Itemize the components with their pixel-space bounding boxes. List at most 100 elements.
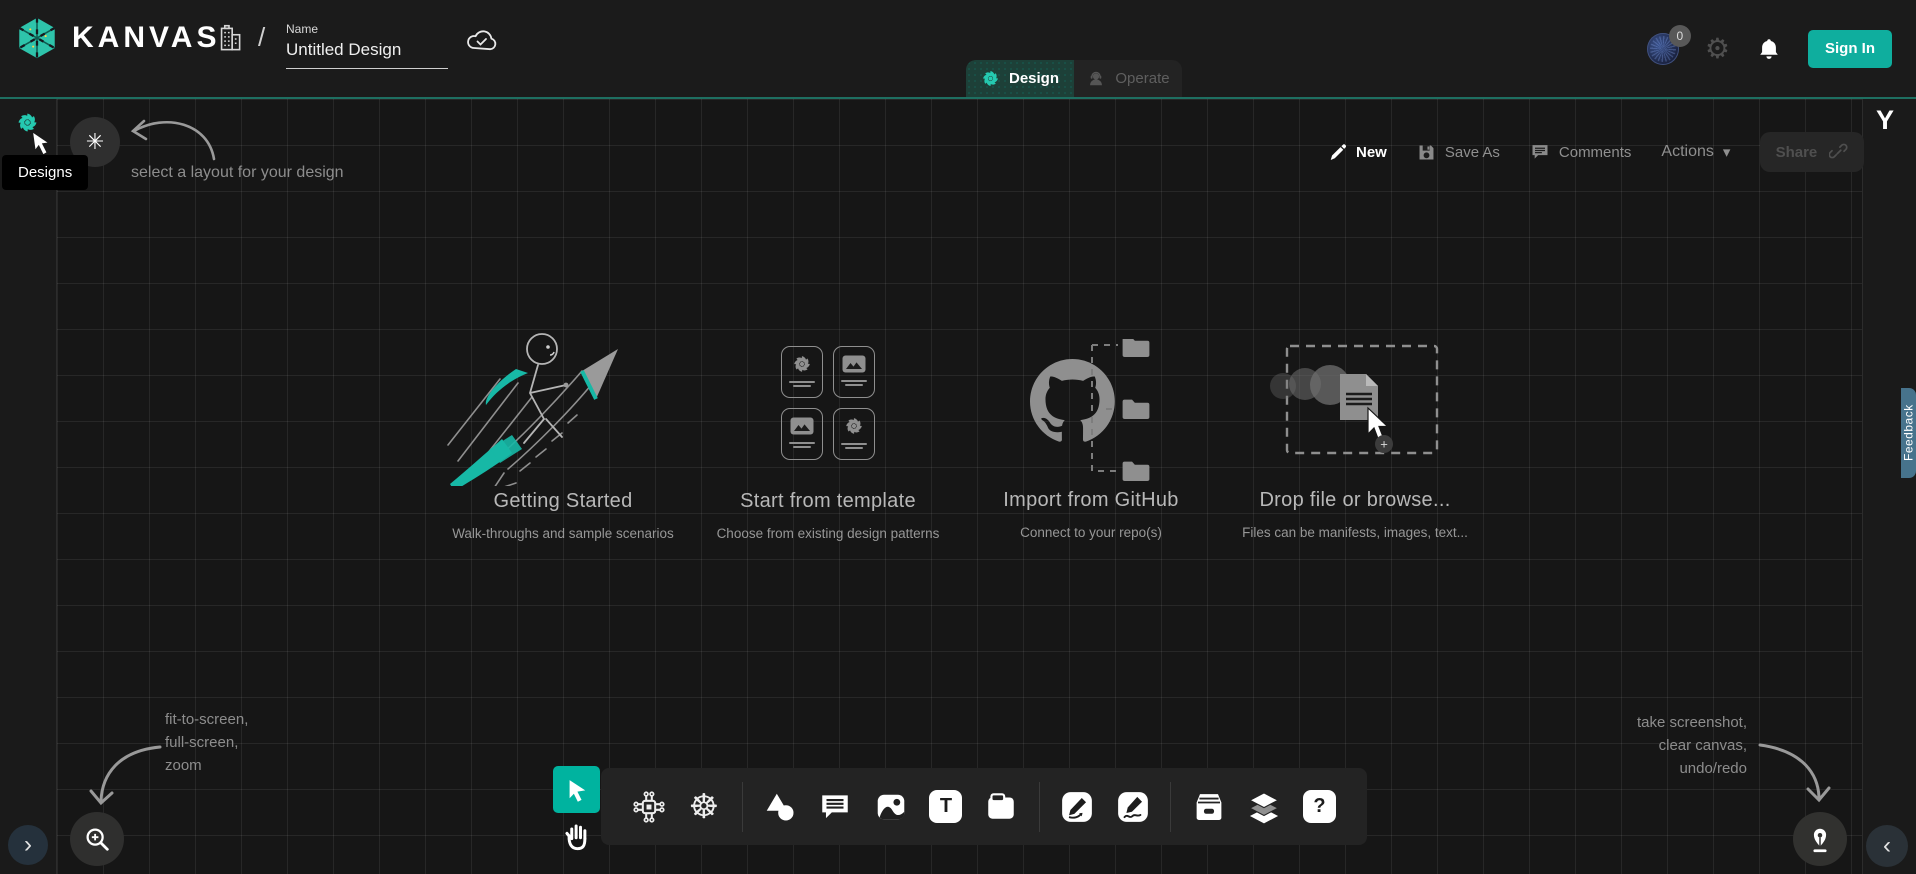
sketch-tool-button[interactable] bbox=[1110, 782, 1155, 832]
comment-tool-button[interactable] bbox=[813, 782, 858, 832]
select-cursor-icon bbox=[563, 776, 591, 804]
zoom-hints: fit-to-screen, full-screen, zoom bbox=[165, 708, 248, 777]
right-panel-strip bbox=[1862, 99, 1916, 874]
user-avatar[interactable]: 0 bbox=[1647, 33, 1679, 65]
template-title: Start from template bbox=[678, 490, 978, 513]
help-button[interactable]: ? bbox=[1297, 782, 1342, 832]
comments-label: Comments bbox=[1559, 144, 1632, 161]
pen-nib-icon bbox=[1805, 823, 1835, 855]
drawer-button[interactable] bbox=[1186, 782, 1231, 832]
designs-tooltip: Designs bbox=[2, 155, 88, 190]
image-icon bbox=[842, 355, 866, 373]
tab-design[interactable]: Design bbox=[966, 60, 1074, 97]
pen-actions-button[interactable] bbox=[1793, 812, 1847, 866]
left-panel-expand-button[interactable]: › bbox=[8, 825, 48, 865]
tab-operate[interactable]: Operate bbox=[1074, 60, 1182, 97]
layout-asterisk-icon: ✳ bbox=[86, 129, 104, 155]
brand-name: KANVAS bbox=[72, 21, 220, 55]
screenshot-hint-arrow bbox=[1752, 737, 1832, 809]
tab-operate-label: Operate bbox=[1115, 70, 1169, 87]
settings-gear-icon[interactable]: ⚙ bbox=[1705, 35, 1730, 63]
organization-icon[interactable] bbox=[212, 22, 246, 56]
save-as-button[interactable]: Save As bbox=[1417, 143, 1500, 162]
kubernetes-icon: ☸ bbox=[689, 790, 719, 824]
shapes-icon bbox=[763, 790, 797, 824]
template-thumb bbox=[781, 346, 823, 398]
notifications-bell-icon[interactable] bbox=[1756, 35, 1782, 63]
chevron-right-icon: › bbox=[24, 831, 32, 859]
design-tab-icon bbox=[981, 69, 1000, 88]
edge-tool-button[interactable] bbox=[1055, 782, 1100, 832]
components-tool-button[interactable] bbox=[626, 782, 671, 832]
note-tool-button[interactable] bbox=[979, 782, 1024, 832]
template-thumb bbox=[833, 408, 875, 460]
screenshot-hint-line: take screenshot, bbox=[1527, 711, 1747, 734]
screenshot-hint-line: clear canvas, bbox=[1527, 734, 1747, 757]
pen-path-icon bbox=[1060, 790, 1094, 824]
template-thumb bbox=[781, 408, 823, 460]
screenshot-hints: take screenshot, clear canvas, undo/redo bbox=[1527, 711, 1747, 780]
floppy-icon bbox=[1417, 143, 1436, 162]
dropfile-subtitle: Files can be manifests, images, text... bbox=[1195, 525, 1515, 540]
new-label: New bbox=[1356, 144, 1387, 161]
layout-hint-arrow bbox=[122, 107, 222, 169]
svg-text:+: + bbox=[1380, 437, 1388, 452]
pan-tool-button[interactable] bbox=[553, 813, 600, 859]
left-panel-strip bbox=[0, 99, 57, 874]
zoom-hint-arrow bbox=[88, 737, 168, 812]
dropfile-title: Drop file or browse... bbox=[1205, 489, 1505, 512]
layers-icon bbox=[1246, 789, 1282, 825]
actions-label: Actions bbox=[1661, 143, 1713, 161]
shapes-tool-button[interactable] bbox=[757, 782, 802, 832]
select-tool-button[interactable] bbox=[553, 766, 600, 813]
cloud-saved-icon bbox=[464, 26, 498, 54]
new-button[interactable]: New bbox=[1328, 143, 1387, 162]
image-icon bbox=[790, 417, 814, 435]
comment-icon bbox=[818, 790, 852, 824]
kubernetes-tool-button[interactable]: ☸ bbox=[681, 782, 726, 832]
dropfile-illustration: + bbox=[1280, 342, 1445, 457]
toolbar-divider bbox=[1039, 782, 1040, 832]
bottom-toolbar: ☸ T bbox=[601, 768, 1367, 845]
image-icon bbox=[874, 790, 908, 824]
comments-button[interactable]: Comments bbox=[1530, 142, 1632, 162]
breadcrumb-separator: / bbox=[258, 22, 265, 53]
operate-tab-icon bbox=[1086, 69, 1106, 89]
circuit-icon bbox=[631, 789, 667, 825]
y-logo: Y bbox=[1876, 105, 1894, 136]
canvas-toolbar: New Save As Comments Actions ▾ Share bbox=[1328, 132, 1864, 172]
mode-tabbar: Design Operate bbox=[966, 60, 1182, 97]
main-area: Designs ✳ select a layout for your desig… bbox=[0, 97, 1916, 874]
chevron-left-icon: ‹ bbox=[1883, 832, 1891, 860]
comments-icon bbox=[1530, 142, 1550, 162]
design-name-label: Name bbox=[286, 22, 448, 36]
getting-started-title: Getting Started bbox=[413, 490, 713, 513]
chevron-down-icon: ▾ bbox=[1723, 143, 1731, 161]
actions-dropdown[interactable]: Actions ▾ bbox=[1661, 143, 1730, 161]
hand-icon bbox=[563, 821, 591, 851]
pencil-icon bbox=[1328, 143, 1347, 162]
tab-design-label: Design bbox=[1009, 70, 1059, 87]
zoom-hint-line: zoom bbox=[165, 754, 248, 777]
sign-in-button[interactable]: Sign In bbox=[1808, 30, 1892, 68]
zoom-hint-line: fit-to-screen, bbox=[165, 708, 248, 731]
template-illustration bbox=[781, 346, 875, 460]
share-button[interactable]: Share bbox=[1760, 132, 1864, 172]
layers-button[interactable] bbox=[1242, 782, 1287, 832]
right-panel-collapse-button[interactable]: ‹ bbox=[1866, 825, 1908, 867]
kanvas-logo[interactable]: KANVAS bbox=[14, 15, 220, 61]
feedback-tab[interactable]: Feedback bbox=[1901, 388, 1916, 478]
pinwheel-icon bbox=[844, 416, 864, 436]
github-title: Import from GitHub bbox=[941, 489, 1241, 512]
screenshot-hint-line: undo/redo bbox=[1527, 757, 1747, 780]
text-tool-button[interactable]: T bbox=[923, 782, 968, 832]
toolbar-divider bbox=[1170, 782, 1171, 832]
share-label: Share bbox=[1776, 144, 1818, 161]
save-as-label: Save As bbox=[1445, 144, 1500, 161]
pointer-tools bbox=[553, 766, 600, 859]
image-tool-button[interactable] bbox=[868, 782, 913, 832]
pencil-scribble-icon bbox=[1116, 790, 1150, 824]
design-name-input[interactable] bbox=[286, 36, 448, 69]
zoom-button[interactable] bbox=[70, 812, 124, 866]
note-icon bbox=[984, 790, 1018, 824]
